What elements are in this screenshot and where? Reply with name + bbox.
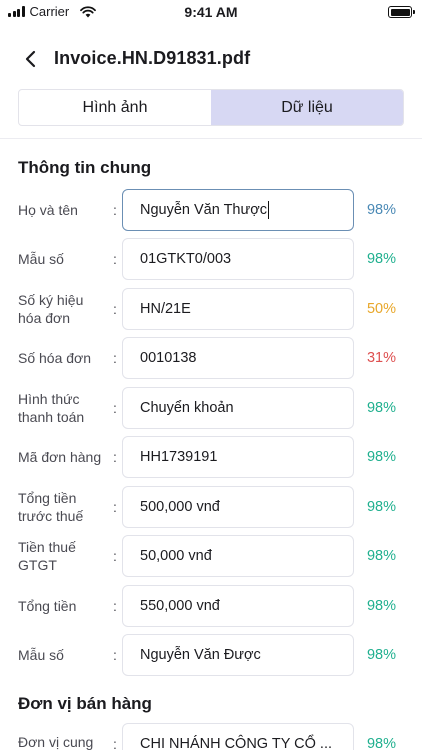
confidence-badge: 31%	[366, 350, 396, 366]
battery-icon	[388, 6, 415, 18]
confidence-badge: 98%	[366, 251, 396, 267]
invoice-symbol-input[interactable]: HN/21E	[122, 288, 354, 330]
confidence-badge: 98%	[366, 202, 396, 218]
field-label: Họ và tên	[18, 202, 78, 218]
field-value: Nguyễn Văn Thược	[140, 202, 267, 218]
field-value: 0010138	[140, 350, 197, 366]
status-time: 9:41 AM	[184, 4, 238, 20]
invoice-number-input[interactable]: 0010138	[122, 337, 354, 379]
tab-images[interactable]: Hình ảnh	[19, 90, 211, 125]
confidence-badge: 98%	[366, 736, 396, 750]
order-code-input[interactable]: HH1739191	[122, 436, 354, 478]
field-value: Nguyễn Văn Được	[140, 647, 261, 663]
chevron-left-icon	[25, 50, 36, 68]
field-label: Mã đơn hàng	[18, 449, 102, 465]
back-button[interactable]	[20, 48, 42, 70]
supplier-input[interactable]: CHI NHÁNH CÔNG TY CỔ ...	[122, 723, 354, 750]
page-title: Invoice.HN.D91831.pdf	[54, 48, 251, 68]
field-value: 50,000 vnđ	[140, 548, 212, 564]
template-input[interactable]: 01GTKT0/003	[122, 238, 354, 280]
vat-input[interactable]: 50,000 vnđ	[122, 535, 354, 577]
colon: :	[113, 251, 117, 267]
section-title-seller: Đơn vị bán hàng	[18, 694, 152, 713]
field-value: CHI NHÁNH CÔNG TY CỔ ...	[140, 736, 333, 750]
colon: :	[113, 400, 117, 416]
segmented-tabs: Hình ảnh Dữ liệu	[18, 89, 404, 126]
confidence-badge: 98%	[366, 548, 396, 564]
colon: :	[113, 598, 117, 614]
payment-method-input[interactable]: Chuyển khoản	[122, 387, 354, 429]
confidence-badge: 98%	[366, 400, 396, 416]
confidence-badge: 98%	[366, 598, 396, 614]
field-value: 01GTKT0/003	[140, 251, 232, 267]
colon: :	[113, 350, 117, 366]
tab-data[interactable]: Dữ liệu	[211, 90, 403, 125]
full-name-input[interactable]: Nguyễn Văn Thược	[122, 189, 354, 231]
field-label: Mẫu số	[18, 647, 64, 663]
field-value: HN/21E	[140, 301, 191, 317]
field-label: Mẫu số	[18, 251, 64, 267]
status-bar: Carrier 9:41 AM	[0, 0, 422, 24]
total-input[interactable]: 550,000 vnđ	[122, 585, 354, 627]
form-row-payment-method: Hình thức thanh toán : Chuyển khoản 98%	[0, 387, 422, 429]
form-row-subtotal: Tổng tiền trước thuế : 500,000 vnđ 98%	[0, 486, 422, 528]
subtotal-input[interactable]: 500,000 vnđ	[122, 486, 354, 528]
confidence-badge: 98%	[366, 499, 396, 515]
colon: :	[113, 548, 117, 564]
field-label: Đơn vị cung cấp	[18, 734, 94, 750]
template-2-input[interactable]: Nguyễn Văn Được	[122, 634, 354, 676]
field-value: HH1739191	[140, 449, 218, 465]
nav-bar: Invoice.HN.D91831.pdf	[0, 36, 422, 80]
colon: :	[113, 301, 117, 317]
form-row-invoice-number: Số hóa đơn : 0010138 31%	[0, 337, 422, 379]
colon: :	[113, 499, 117, 515]
form-row-supplier: Đơn vị cung cấp : CHI NHÁNH CÔNG TY CỔ .…	[0, 723, 422, 750]
field-label: Số hóa đơn	[18, 350, 92, 366]
colon: :	[113, 449, 117, 465]
confidence-badge: 98%	[366, 449, 396, 465]
colon: :	[113, 647, 117, 663]
colon: :	[113, 202, 117, 218]
divider	[0, 138, 422, 139]
confidence-badge: 98%	[366, 647, 396, 663]
confidence-badge: 50%	[366, 301, 396, 317]
form-row-full-name: Họ và tên : Nguyễn Văn Thược 98%	[0, 189, 422, 231]
field-label: Tổng tiền	[18, 598, 77, 614]
form-row-order-code: Mã đơn hàng : HH1739191 98%	[0, 436, 422, 478]
text-caret	[267, 201, 269, 219]
field-label: Hình thức thanh toán	[18, 391, 85, 425]
field-value: 550,000 vnđ	[140, 598, 220, 614]
field-value: Chuyển khoản	[140, 400, 234, 416]
form-row-vat: Tiền thuế GTGT : 50,000 vnđ 98%	[0, 535, 422, 577]
colon: :	[113, 736, 117, 750]
form-row-template-2: Mẫu số : Nguyễn Văn Được 98%	[0, 634, 422, 676]
form-row-template: Mẫu số : 01GTKT0/003 98%	[0, 238, 422, 280]
form-row-invoice-symbol: Số ký hiệu hóa đơn : HN/21E 50%	[0, 288, 422, 330]
field-label: Tổng tiền trước thuế	[18, 490, 84, 524]
field-value: 500,000 vnđ	[140, 499, 220, 515]
field-label: Số ký hiệu hóa đơn	[18, 292, 84, 326]
section-title-general: Thông tin chung	[18, 158, 152, 177]
form-row-total: Tổng tiền : 550,000 vnđ 98%	[0, 585, 422, 627]
field-label: Tiền thuế GTGT	[18, 539, 76, 573]
